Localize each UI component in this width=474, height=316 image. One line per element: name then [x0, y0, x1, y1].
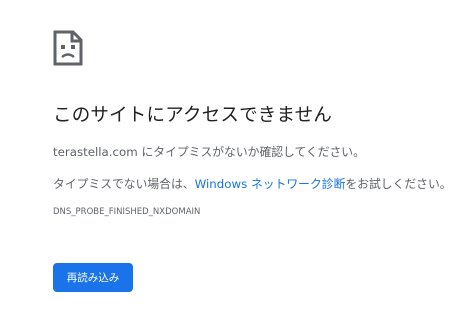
- error-code: DNS_PROBE_FINISHED_NXDOMAIN: [53, 207, 201, 217]
- error-message: terastella.com にタイプミスがないか確認してください。: [53, 145, 365, 159]
- suggestion-suffix: をお試しください。: [345, 177, 452, 191]
- suggestion-prefix: タイプミスでない場合は、: [53, 177, 195, 191]
- network-diagnostics-link[interactable]: Windows ネットワーク診断: [195, 177, 346, 191]
- page-title: このサイトにアクセスできません: [53, 105, 333, 126]
- suggestion-text: タイプミスでない場合は、Windows ネットワーク診断をお試しください。: [53, 175, 452, 192]
- reload-button[interactable]: 再読み込み: [53, 263, 133, 292]
- sad-page-icon: [53, 30, 83, 66]
